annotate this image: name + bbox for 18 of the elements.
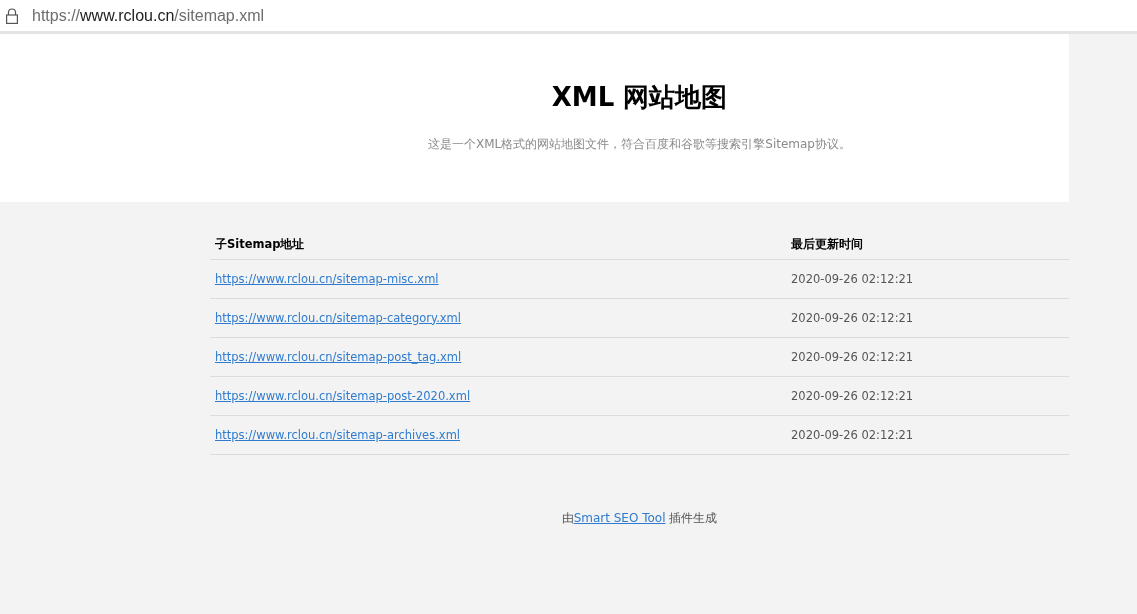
updated-time: 2020-09-26 02:12:21	[791, 349, 914, 364]
sitemap-link[interactable]: https://www.rclou.cn/sitemap-post_tag.xml	[215, 349, 462, 364]
address-url[interactable]: https://www.rclou.cn/sitemap.xml	[32, 3, 265, 28]
sitemap-link[interactable]: https://www.rclou.cn/sitemap-post-2020.xml	[215, 388, 471, 403]
plugin-link[interactable]: Smart SEO Tool	[573, 511, 666, 526]
sitemap-link[interactable]: https://www.rclou.cn/sitemap-misc.xml	[215, 271, 439, 286]
column-header: 子Sitemap地址	[215, 237, 305, 251]
sitemap-link[interactable]: https://www.rclou.cn/sitemap-category.xml	[215, 310, 461, 325]
updated-time: 2020-09-26 02:12:21	[791, 310, 914, 325]
updated-time: 2020-09-26 02:12:21	[791, 427, 914, 442]
updated-time: 2020-09-26 02:12:21	[791, 388, 914, 403]
page-title: XML 网站地图	[551, 82, 728, 114]
lock-icon	[6, 7, 18, 24]
page-description: 这是一个XML格式的网站地图文件，符合百度和谷歌等搜索引擎Sitemap协议。	[428, 136, 851, 154]
sitemap-link[interactable]: https://www.rclou.cn/sitemap-archives.xml	[215, 427, 461, 442]
column-header: 最后更新时间	[791, 237, 863, 251]
footer-text: 由Smart SEO Tool 插件生成	[561, 511, 718, 526]
updated-time: 2020-09-26 02:12:21	[791, 271, 914, 286]
